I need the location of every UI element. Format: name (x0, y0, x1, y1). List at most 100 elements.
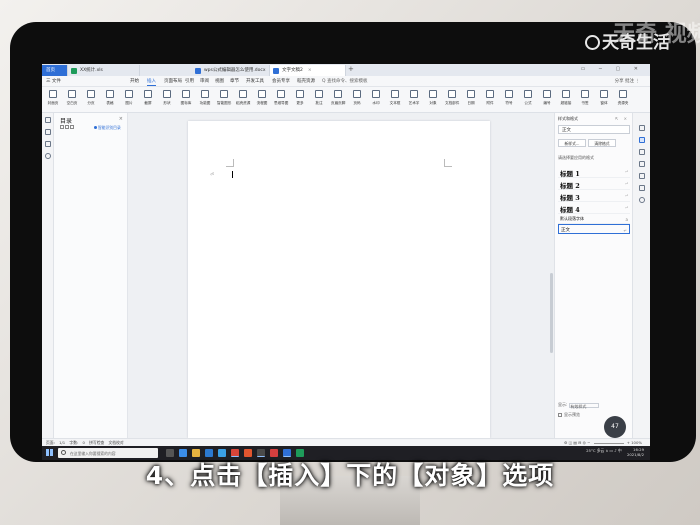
scroll-thumb[interactable] (550, 273, 553, 353)
new-style-button[interactable]: 新样式... (558, 139, 586, 147)
menu-bar: 三 文件 开始 插入 页面布局 引用 审阅 视图 章节 开发工具 会员专享 稻壳… (42, 76, 650, 87)
ribbon-resource-button[interactable]: 稻壳资源 (236, 90, 250, 106)
tab-close-icon[interactable]: × (308, 68, 312, 73)
menu-insert[interactable]: 插入 (147, 78, 156, 86)
ribbon-doc-part-button[interactable]: 文档部件 (445, 90, 459, 106)
share-comment-links[interactable]: 分享 批注 ⋮ (615, 78, 640, 84)
styles-pane-title: 样式和格式 (558, 116, 578, 121)
ribbon-header-footer-button[interactable]: 页眉页脚 (331, 90, 345, 106)
start-icon[interactable] (46, 449, 53, 456)
style-heading-2[interactable]: 标题 2 ↵ (558, 178, 630, 190)
show-select[interactable]: 有效样式 (569, 402, 600, 409)
show-styles-control[interactable]: 显示: 有效样式 (558, 402, 600, 409)
object-icon (429, 90, 437, 98)
menu-references[interactable]: 引用 (185, 78, 194, 84)
clear-format-button[interactable]: 清除格式 (588, 139, 616, 147)
document-page[interactable]: ⏎ (188, 121, 490, 438)
style-pane-icon[interactable] (639, 137, 645, 143)
smart-toc-button[interactable]: 智能识别目录 (94, 125, 121, 131)
ribbon-label: 公式 (524, 101, 532, 105)
ribbon-page-number-button[interactable]: 页码 (350, 90, 364, 106)
level-icon[interactable] (70, 125, 74, 129)
shape-format-icon[interactable] (639, 161, 645, 167)
collapse-icon[interactable] (65, 125, 69, 129)
tab-doc-formula[interactable]: wps公式编辑器怎么使用.docx (192, 65, 270, 76)
show-preview-checkbox[interactable]: 显示预览 (558, 412, 580, 418)
toc-title: 目录 (60, 118, 73, 125)
menu-home[interactable]: 开始 (130, 78, 139, 84)
search-icon[interactable] (45, 153, 51, 159)
ribbon-watermark-button[interactable]: 水印 (369, 90, 383, 106)
menu-view[interactable]: 视图 (215, 78, 224, 84)
ribbon-numbering-button[interactable]: 编号 (540, 90, 554, 106)
ribbon-textbox-button[interactable]: 文本框 (388, 90, 402, 106)
help-icon[interactable] (639, 185, 645, 191)
menu-developer[interactable]: 开发工具 (246, 78, 264, 84)
bookmark-icon[interactable] (45, 141, 51, 147)
ribbon-label: 文本框 (389, 101, 401, 105)
resource-folder-icon (619, 90, 627, 98)
window-controls[interactable]: ▭ ─ ▢ ✕ (581, 66, 644, 72)
settings-icon[interactable] (639, 197, 645, 203)
menu-resources[interactable]: 稻壳资源 (297, 78, 315, 84)
style-body-selected[interactable]: 正文 ↵ (558, 224, 630, 234)
ribbon-symbol-button[interactable]: 符号 (502, 90, 516, 106)
ribbon-blank-page-button[interactable]: 空白页 (65, 90, 79, 106)
ribbon-date-button[interactable]: 日期 (464, 90, 478, 106)
style-default-font[interactable]: 默认段落字体 a (558, 214, 630, 224)
new-tab-button[interactable]: + (348, 65, 354, 73)
ribbon-wordart-button[interactable]: 艺术字 (407, 90, 421, 106)
ribbon-function-chart-button[interactable]: 功能图 (198, 90, 212, 106)
file-menu[interactable]: 三 文件 (46, 78, 61, 84)
toc-icon[interactable] (45, 117, 51, 123)
menu-review[interactable]: 审阅 (200, 78, 209, 84)
select-icon[interactable] (639, 125, 645, 131)
ribbon-object-button[interactable]: 对象 (426, 90, 440, 106)
format-icon[interactable] (639, 149, 645, 155)
ribbon-shape-button[interactable]: 形状 (160, 90, 174, 106)
command-search[interactable]: Q 查找命令、搜索模板 (322, 78, 367, 84)
ribbon-hyperlink-button[interactable]: 超链接 (559, 90, 573, 106)
margin-corner (226, 159, 234, 167)
expand-icon[interactable] (60, 125, 64, 129)
menu-page-layout[interactable]: 页面布局 (164, 78, 182, 84)
backup-icon[interactable] (639, 173, 645, 179)
ribbon-label: 流程图 (256, 101, 268, 105)
nav-pane-icon[interactable] (45, 129, 51, 135)
toc-close-icon[interactable]: × (119, 116, 123, 122)
ribbon-form-button[interactable]: 窗体 (597, 90, 611, 106)
ribbon-cover-page-button[interactable]: 封面页 (46, 90, 60, 106)
checkbox-icon[interactable] (558, 413, 562, 417)
style-name: 标题 2 (560, 182, 580, 190)
tab-spreadsheet[interactable]: XX统计.xls (68, 65, 140, 76)
menu-member[interactable]: 会员专享 (272, 78, 290, 84)
smart-toc-icon (94, 126, 97, 129)
current-style-field[interactable]: 正文 (558, 125, 630, 134)
zoom-slider[interactable] (593, 442, 624, 444)
ribbon-comment-button[interactable]: 批注 (312, 90, 326, 106)
zoom-control[interactable]: ⚙ ◫ ▤ ⊟ ◎ − + 100% (564, 440, 642, 445)
ribbon-screenshot-button[interactable]: 截屏 (141, 90, 155, 106)
tab-home[interactable]: 首页 (42, 65, 68, 76)
ribbon-smart-graphic-button[interactable]: 智能图形 (217, 90, 231, 106)
pane-controls[interactable]: ⇱ × (615, 116, 629, 121)
tab-doc-active[interactable]: 文字文稿2 × (270, 65, 346, 76)
ribbon-icon-library-button[interactable]: 图标库 (179, 90, 193, 106)
ribbon-attachment-button[interactable]: 附件 (483, 90, 497, 106)
ribbon-resource-folder-button[interactable]: 资源夹 (616, 90, 630, 106)
ribbon-formula-button[interactable]: 公式 (521, 90, 535, 106)
ribbon-page-break-button[interactable]: 分页 (84, 90, 98, 106)
ribbon-table-button[interactable]: 表格 (103, 90, 117, 106)
ribbon-picture-button[interactable]: 图片 (122, 90, 136, 106)
ribbon-more-button[interactable]: 更多 (293, 90, 307, 106)
style-heading-3[interactable]: 标题 3 ↵ (558, 190, 630, 202)
ribbon-flowchart-button[interactable]: 流程图 (255, 90, 269, 106)
weather[interactable]: 25°C 多云 (586, 448, 604, 453)
ribbon-mindmap-button[interactable]: 思维导图 (274, 90, 288, 106)
menu-sections[interactable]: 章节 (230, 78, 239, 84)
ribbon-bookmark-button[interactable]: 书签 (578, 90, 592, 106)
symbol-icon (505, 90, 513, 98)
ribbon-label: 表格 (106, 101, 114, 105)
style-heading-1[interactable]: 标题 1 ↵ (558, 166, 630, 178)
style-heading-4[interactable]: 标题 4 ↵ (558, 202, 630, 214)
